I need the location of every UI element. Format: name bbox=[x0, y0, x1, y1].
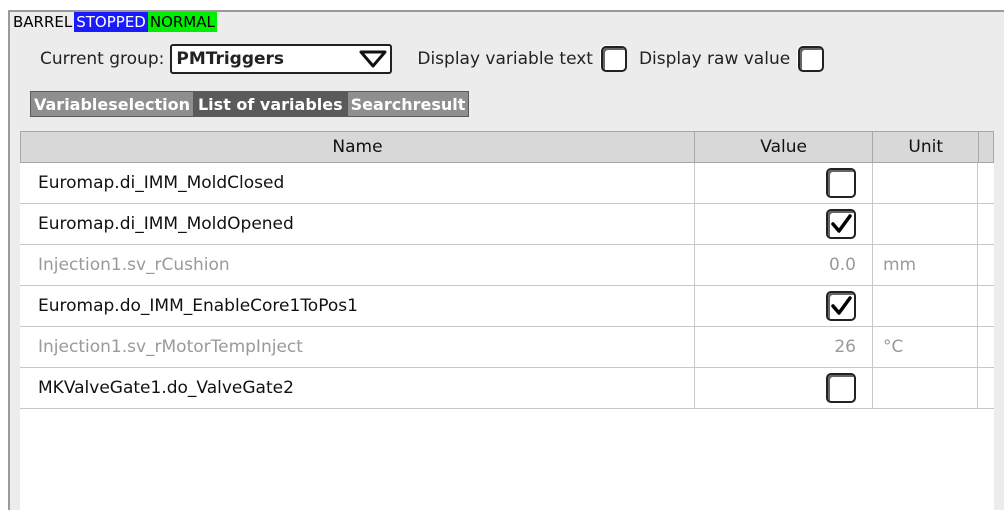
display-raw-value-label: Display raw value bbox=[638, 49, 791, 69]
mode-indicator: BARREL bbox=[10, 12, 75, 32]
variable-name: Injection1.sv_rMotorTempInject bbox=[20, 327, 695, 367]
dropdown-arrow-icon[interactable] bbox=[359, 50, 387, 68]
table-row[interactable]: Euromap.di_IMM_MoldClosed bbox=[20, 163, 994, 204]
main-panel: BARREL STOPPED NORMAL Current group: PMT… bbox=[8, 10, 1004, 519]
variable-name: Euromap.di_IMM_MoldClosed bbox=[20, 163, 695, 203]
scrollbar-track bbox=[978, 204, 992, 244]
column-header-unit[interactable]: Unit bbox=[873, 132, 980, 162]
current-group-value: PMTriggers bbox=[176, 49, 285, 69]
variable-value bbox=[695, 368, 873, 408]
variable-unit bbox=[873, 204, 978, 244]
variable-unit bbox=[873, 163, 978, 203]
display-variable-text-checkbox[interactable] bbox=[600, 46, 627, 72]
variable-value bbox=[695, 163, 873, 203]
tab-bar: Variableselection List of variables Sear… bbox=[30, 91, 470, 117]
tab-list-of-variables[interactable]: List of variables bbox=[193, 91, 347, 117]
variable-value: 26 bbox=[695, 327, 873, 367]
value-checkbox[interactable] bbox=[826, 168, 856, 198]
variables-table: Name Value Unit Euromap.di_IMM_MoldClose… bbox=[20, 131, 994, 519]
condition-badge: NORMAL bbox=[147, 12, 217, 32]
column-header-value[interactable]: Value bbox=[695, 132, 874, 162]
group-bar: Current group: PMTriggers Display variab… bbox=[40, 41, 825, 77]
scrollbar-header bbox=[979, 132, 993, 162]
table-body: Euromap.di_IMM_MoldClosed Euromap.di_IMM_… bbox=[20, 163, 994, 409]
table-header: Name Value Unit bbox=[20, 131, 994, 163]
variable-unit: °C bbox=[873, 327, 978, 367]
variable-unit bbox=[873, 286, 978, 326]
table-row[interactable]: MKValveGate1.do_ValveGate2 bbox=[20, 368, 994, 409]
table-row[interactable]: Euromap.do_IMM_EnableCore1ToPos1 bbox=[20, 286, 994, 327]
variable-name: MKValveGate1.do_ValveGate2 bbox=[20, 368, 695, 408]
status-bar: BARREL STOPPED NORMAL bbox=[10, 12, 217, 32]
display-raw-value-checkbox[interactable] bbox=[798, 46, 825, 72]
display-variable-text-label: Display variable text bbox=[417, 49, 593, 69]
value-checkbox-checked[interactable] bbox=[826, 209, 856, 239]
variable-name: Euromap.do_IMM_EnableCore1ToPos1 bbox=[20, 286, 695, 326]
tab-variableselection[interactable]: Variableselection bbox=[30, 91, 194, 117]
table-row[interactable]: Injection1.sv_rCushion 0.0 mm bbox=[20, 245, 994, 286]
column-header-name[interactable]: Name bbox=[21, 132, 695, 162]
scrollbar-track bbox=[978, 163, 992, 203]
table-row[interactable]: Euromap.di_IMM_MoldOpened bbox=[20, 204, 994, 245]
variable-name: Euromap.di_IMM_MoldOpened bbox=[20, 204, 695, 244]
tab-searchresult[interactable]: Searchresult bbox=[346, 91, 470, 117]
current-group-label: Current group: bbox=[40, 49, 165, 69]
checkmark-icon bbox=[831, 214, 852, 233]
variable-value: 0.0 bbox=[695, 245, 873, 285]
variable-value bbox=[695, 204, 873, 244]
variable-unit bbox=[873, 368, 978, 408]
scrollbar-track bbox=[978, 286, 992, 326]
checkmark-icon bbox=[831, 296, 852, 315]
scrollbar-track bbox=[978, 245, 992, 285]
table-row[interactable]: Injection1.sv_rMotorTempInject 26 °C bbox=[20, 327, 994, 368]
variable-name: Injection1.sv_rCushion bbox=[20, 245, 695, 285]
machine-state-badge: STOPPED bbox=[74, 12, 148, 32]
scrollbar-track bbox=[978, 368, 992, 408]
current-group-dropdown[interactable]: PMTriggers bbox=[170, 44, 393, 74]
value-checkbox[interactable] bbox=[826, 373, 856, 403]
value-checkbox-checked[interactable] bbox=[826, 291, 856, 321]
variable-unit: mm bbox=[873, 245, 978, 285]
scrollbar-track bbox=[978, 327, 992, 367]
variable-value bbox=[695, 286, 873, 326]
table-empty-area bbox=[20, 409, 994, 519]
